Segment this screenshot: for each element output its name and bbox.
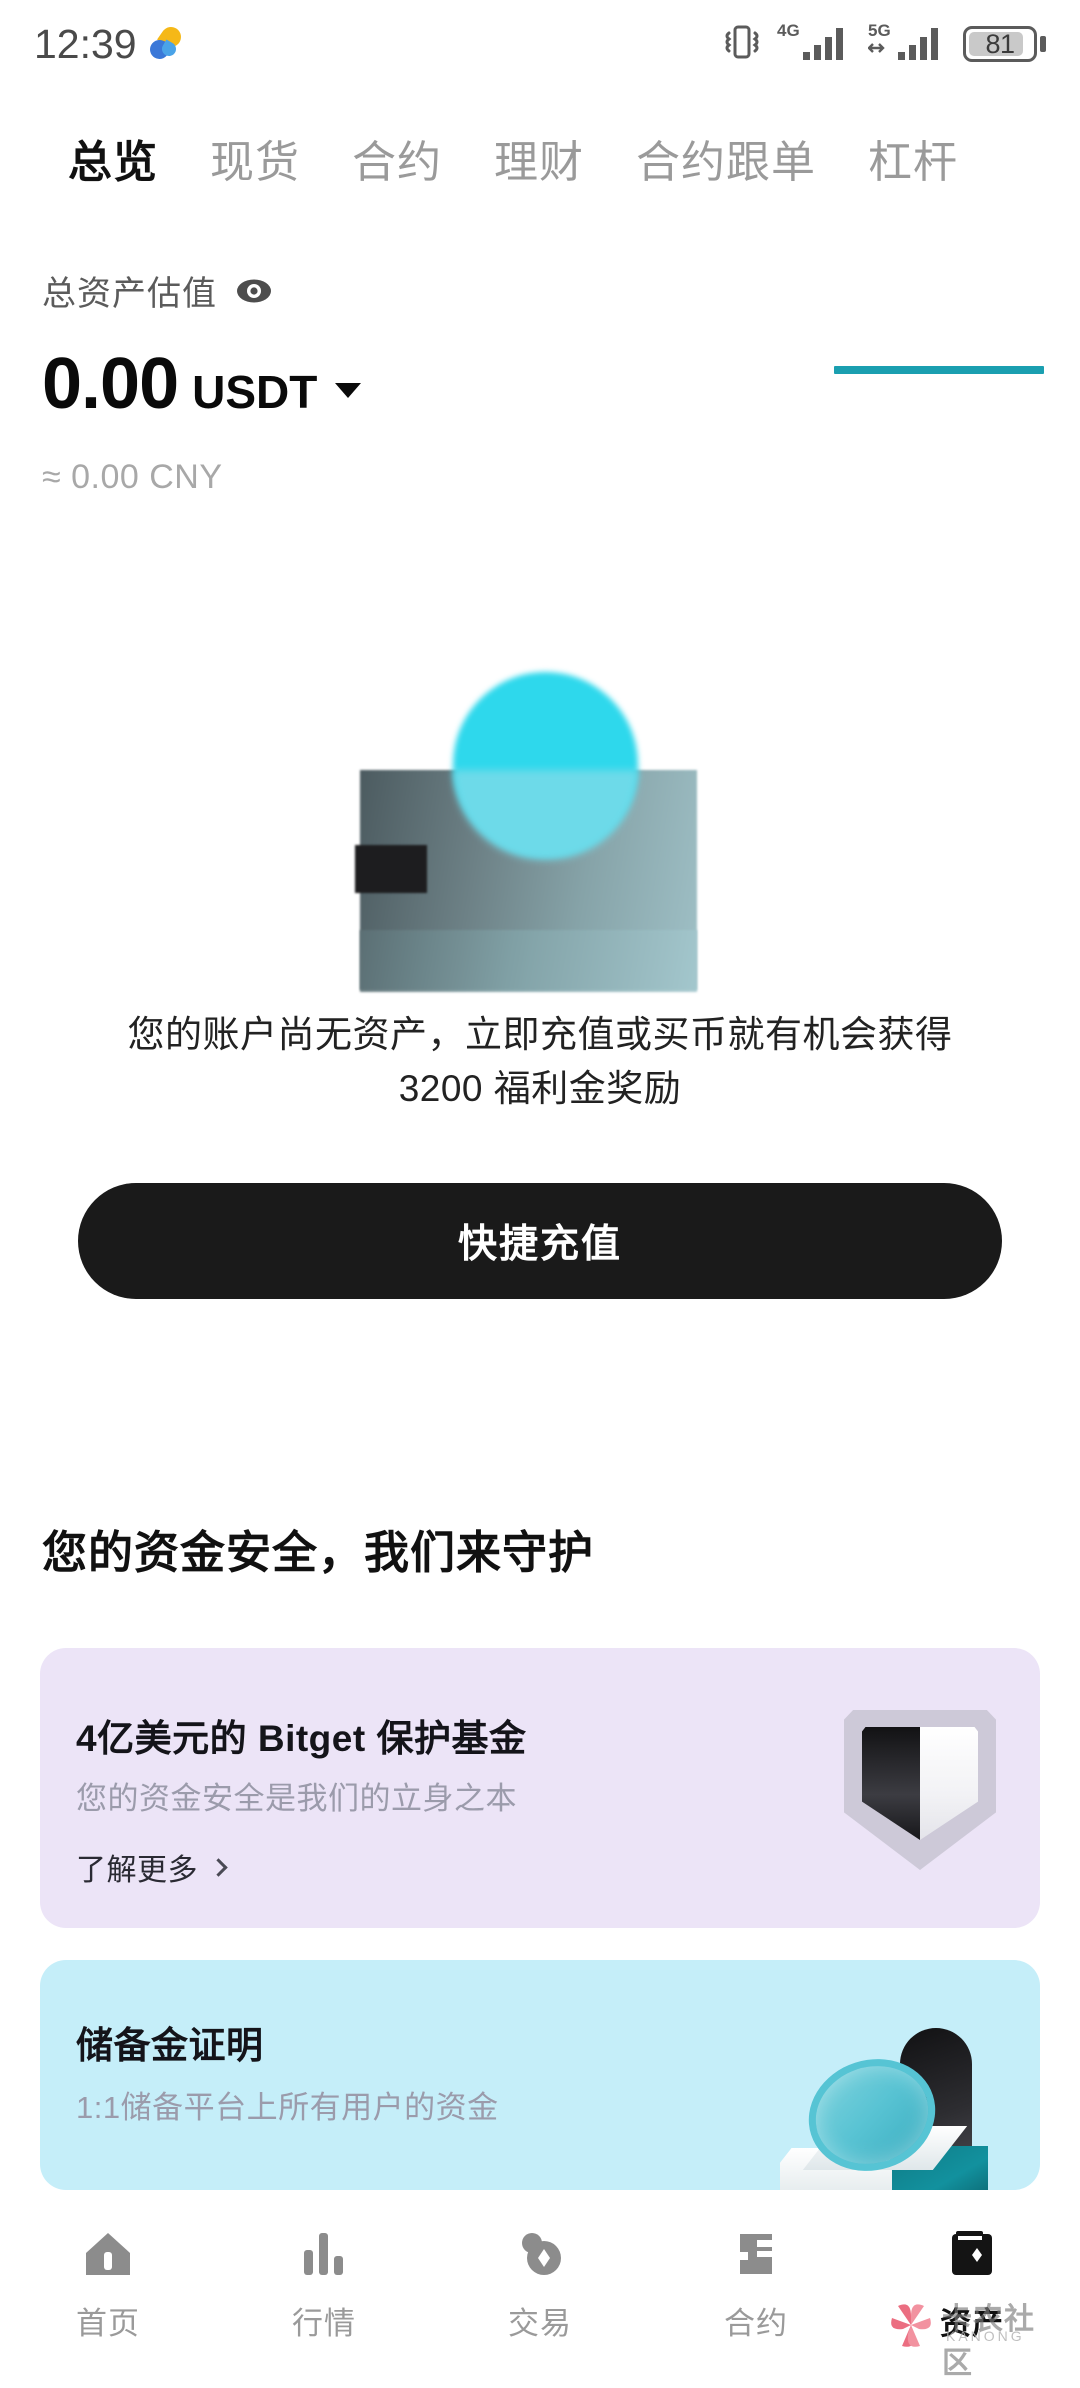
pinwheel-icon: [146, 23, 185, 62]
caret-down-icon[interactable]: [335, 382, 362, 398]
tab-copy-trading[interactable]: 合约跟单: [610, 126, 842, 190]
signal-5g-icon: 5G: [867, 20, 950, 69]
phone-screen: 12:39 4G 5G 81 总览 现货 合约 理财 合约跟单 杠杆 总资产估值…: [0, 0, 1080, 2388]
home-icon: [80, 2226, 136, 2282]
tab-overview[interactable]: 总览: [42, 126, 184, 190]
empty-state-message: 您的账户尚无资产，立即充值或买币就有机会获得 3200 福利金奖励: [127, 1014, 953, 1109]
contract-icon: [728, 2226, 784, 2282]
battery-indicator: 81: [963, 26, 1046, 62]
total-assets-currency: USDT: [192, 366, 318, 418]
nav-label-futures: 合约: [724, 2306, 788, 2341]
nav-item-futures[interactable]: 合约: [648, 2226, 864, 2343]
quick-deposit-button[interactable]: 快捷充值: [78, 1183, 1002, 1299]
nav-item-markets[interactable]: 行情: [216, 2226, 432, 2343]
total-assets-converted: ≈ 0.00 CNY: [42, 458, 223, 496]
swap-coins-icon: [512, 2226, 568, 2282]
protection-fund-title: 4亿美元的 Bitget 保护基金: [76, 1718, 527, 1759]
wallet-icon: [944, 2226, 1000, 2282]
nav-label-trade: 交易: [508, 2306, 572, 2341]
proof-of-reserves-desc: 1:1储备平台上所有用户的资金: [76, 2090, 499, 2125]
tab-earn[interactable]: 理财: [468, 126, 610, 190]
status-bar-right: 4G 5G 81: [720, 20, 1046, 69]
total-assets-value-row[interactable]: 0.00 USDT: [42, 344, 362, 424]
eye-visible-icon[interactable]: [235, 278, 273, 304]
accent-underline: [834, 366, 1044, 374]
top-tab-bar[interactable]: 总览 现货 合约 理财 合约跟单 杠杆: [0, 112, 1080, 204]
status-bar: 12:39 4G 5G 81: [0, 0, 1080, 88]
protection-fund-learn-more[interactable]: 了解更多: [76, 1845, 228, 1889]
tab-futures[interactable]: 合约: [326, 126, 468, 190]
status-bar-left: 12:39: [34, 20, 185, 68]
proof-of-reserves-title: 储备金证明: [76, 2025, 264, 2066]
battery-percent-label: 81: [985, 28, 1015, 59]
proof-of-reserves-card[interactable]: 储备金证明 1:1储备平台上所有用户的资金: [40, 1960, 1040, 2190]
coin-magnifier-icon: [780, 1998, 1020, 2190]
protection-fund-desc: 您的资金安全是我们的立身之本: [76, 1781, 517, 1816]
security-section-heading: 您的资金安全，我们来守护: [42, 1527, 595, 1578]
empty-assets-illustration: [355, 655, 720, 992]
nav-label-assets: 资产: [940, 2306, 1004, 2341]
nav-label-home: 首页: [76, 2306, 140, 2341]
vibrate-icon: [720, 22, 764, 67]
protection-fund-card[interactable]: 4亿美元的 Bitget 保护基金 您的资金安全是我们的立身之本 了解更多: [40, 1648, 1040, 1928]
nav-item-trade[interactable]: 交易: [432, 2226, 648, 2343]
shield-icon: [844, 1710, 996, 1870]
nav-item-assets[interactable]: 资产: [864, 2226, 1080, 2343]
nav-item-home[interactable]: 首页: [0, 2226, 216, 2343]
bottom-navigation-bar[interactable]: 首页 行情 交易 合约 资产: [0, 2192, 1080, 2388]
total-assets-label-row: 总资产估值: [42, 266, 273, 315]
bar-chart-icon: [296, 2226, 352, 2282]
total-assets-label: 总资产估值: [42, 275, 217, 313]
nav-label-markets: 行情: [292, 2306, 356, 2341]
chevron-right-icon: [209, 1857, 228, 1877]
svg-text:5G: 5G: [868, 21, 891, 40]
tab-spot[interactable]: 现货: [184, 126, 326, 190]
learn-more-label: 了解更多: [76, 1854, 198, 1887]
svg-text:4G: 4G: [777, 21, 800, 40]
signal-4g-icon: 4G: [777, 20, 855, 69]
total-assets-amount: 0.00: [42, 344, 179, 424]
tab-margin[interactable]: 杠杆: [842, 126, 984, 190]
status-clock: 12:39: [34, 20, 137, 67]
